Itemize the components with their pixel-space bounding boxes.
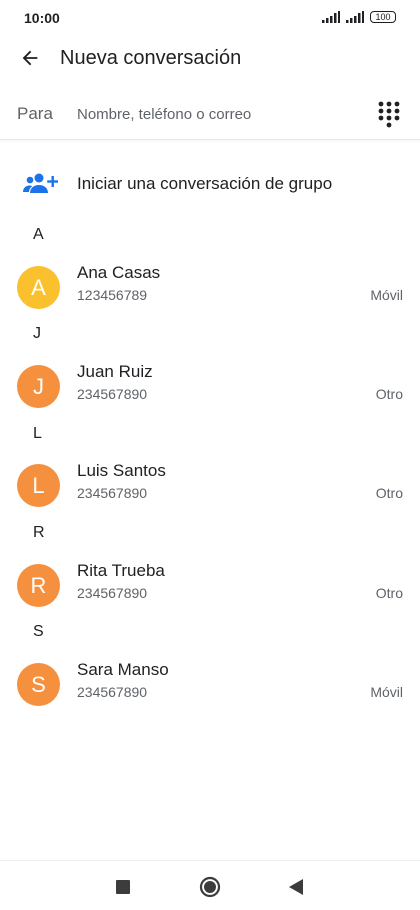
- contact-phone: 234567890: [77, 684, 148, 700]
- status-bar: 10:00 100: [0, 0, 420, 36]
- back-triangle-icon: [289, 879, 303, 895]
- avatar: S: [17, 663, 60, 706]
- section-header-l: L: [33, 425, 42, 442]
- avatar: A: [17, 266, 60, 309]
- contact-item[interactable]: L Luis Santos 234567890 Otro: [0, 455, 420, 523]
- avatar: L: [17, 464, 60, 507]
- contact-phone: 234567890: [77, 585, 148, 601]
- contact-name: Ana Casas: [77, 263, 161, 282]
- contact-phone-type: Móvil: [370, 287, 403, 303]
- contact-phone: 234567890: [77, 386, 148, 402]
- dialpad-icon: [378, 101, 400, 128]
- contact-item[interactable]: J Juan Ruiz 234567890 Otro: [0, 356, 420, 424]
- recipient-row: Para: [0, 88, 420, 140]
- contact-phone-type: Otro: [375, 485, 403, 501]
- status-icons: 100: [322, 11, 396, 23]
- contact-item[interactable]: R Rita Trueba 234567890 Otro: [0, 555, 420, 623]
- battery-icon: 100: [370, 11, 396, 23]
- avatar: J: [17, 365, 60, 408]
- battery-level: 100: [375, 11, 391, 22]
- signal-icon: [346, 11, 364, 23]
- nav-back-button[interactable]: [284, 875, 308, 899]
- recents-button[interactable]: [111, 875, 135, 899]
- contact-phone: 123456789: [77, 287, 148, 303]
- contact-phone-type: Móvil: [370, 684, 403, 700]
- recipient-input[interactable]: [77, 100, 357, 128]
- group-add-icon: [23, 173, 58, 193]
- contact-name: Rita Trueba: [77, 561, 165, 580]
- app-bar: Nueva conversación: [0, 36, 420, 80]
- section-header-r: R: [33, 524, 45, 541]
- to-label: Para: [17, 104, 53, 123]
- dialpad-button[interactable]: [376, 100, 402, 128]
- recents-square-icon: [116, 880, 130, 894]
- contact-name: Sara Manso: [77, 660, 169, 679]
- contact-name: Juan Ruiz: [77, 362, 153, 381]
- page-title: Nueva conversación: [60, 47, 242, 69]
- contact-item[interactable]: A Ana Casas 123456789 Móvil: [0, 257, 420, 325]
- status-time: 10:00: [24, 10, 60, 26]
- home-button[interactable]: [198, 875, 222, 899]
- contact-phone-type: Otro: [375, 386, 403, 402]
- avatar: R: [17, 564, 60, 607]
- contact-phone-type: Otro: [375, 585, 403, 601]
- start-group-conversation[interactable]: Iniciar una conversación de grupo: [0, 160, 420, 208]
- section-header-a: A: [33, 226, 44, 243]
- contact-item[interactable]: S Sara Manso 234567890 Móvil: [0, 654, 420, 722]
- section-header-j: J: [33, 325, 41, 342]
- system-nav-bar: [0, 860, 420, 910]
- back-button[interactable]: [14, 42, 46, 74]
- home-circle-icon: [199, 876, 221, 898]
- group-conversation-label: Iniciar una conversación de grupo: [77, 174, 333, 193]
- contact-phone: 234567890: [77, 485, 148, 501]
- contact-name: Luis Santos: [77, 461, 166, 480]
- signal-icon: [322, 11, 340, 23]
- arrow-back-icon: [22, 50, 38, 66]
- section-header-s: S: [33, 623, 44, 640]
